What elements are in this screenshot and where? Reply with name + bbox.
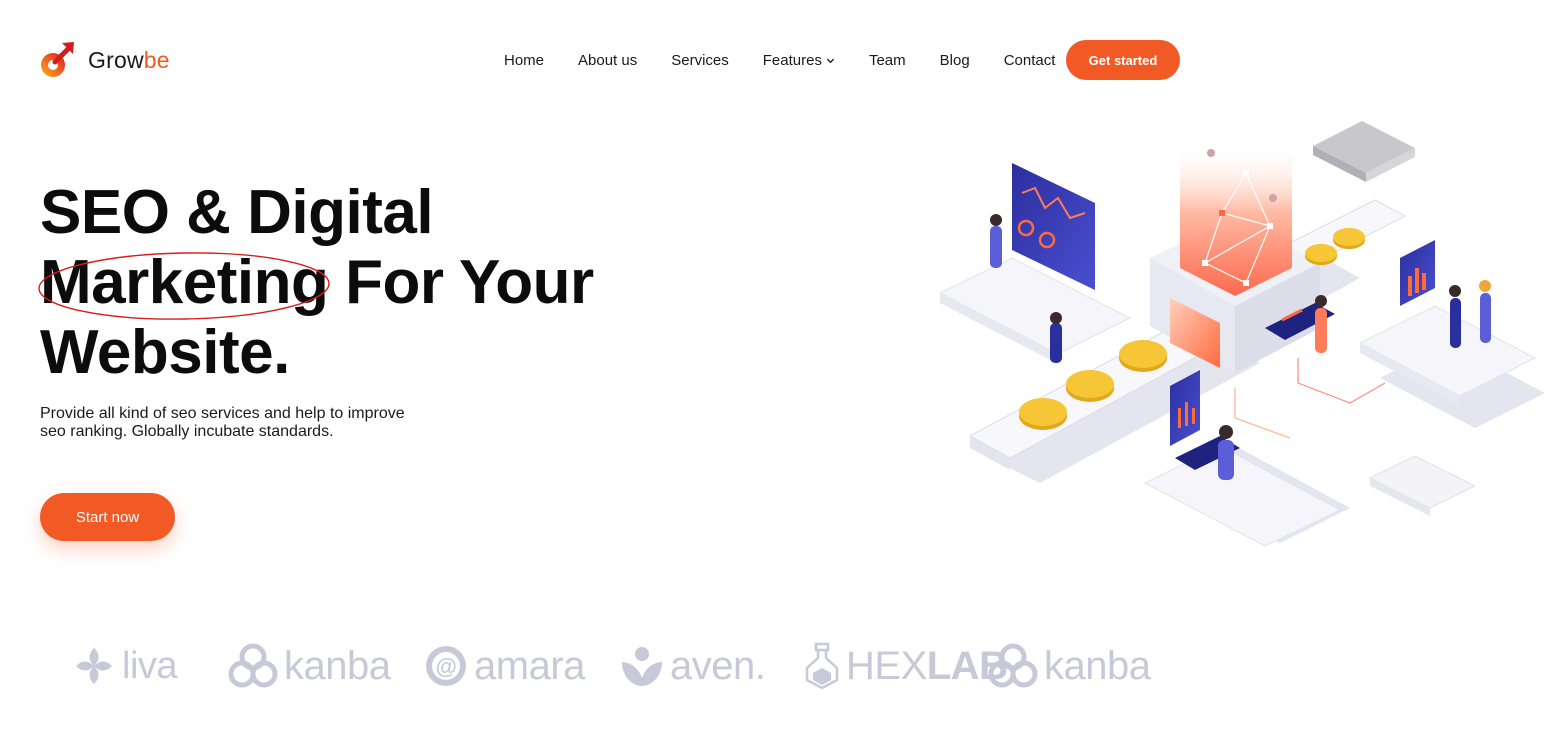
isometric-seo-platform-illustration [938,121,1545,547]
partner-logo-hexlab: HEXLAB [804,636,1008,696]
svg-text:@: @ [436,654,457,679]
site-header: Growbe Home About us Services Features T… [0,0,1553,120]
aven-logo-icon [622,647,662,686]
partner-logo-aven: aven. [620,636,766,696]
partner-logos: liva kanba @ amara aven. HEXLAB kanba [68,636,1168,706]
chevron-down-icon [826,58,835,63]
brand-name: Growbe [88,46,170,73]
partner-logo-kanba: kanba [228,636,391,696]
hero-title-line-3: Website. [40,318,290,387]
highlighted-word: Marketing [38,248,330,320]
get-started-button[interactable]: Get started [1066,40,1180,80]
nav-home[interactable]: Home [487,52,561,69]
nav-blog[interactable]: Blog [923,52,987,69]
hero-title: SEO & Digital Marketing For Your Website… [38,178,680,388]
brand-logo[interactable]: Growbe [38,40,170,80]
main-nav: Home About us Services Features Team Blo… [487,40,1072,80]
hero-description: Provide all kind of seo services and hel… [40,405,405,440]
nav-about-us[interactable]: About us [561,52,654,69]
hero-title-line-1: SEO & Digital [40,178,434,247]
nav-contact[interactable]: Contact [987,52,1073,69]
hero-title-line-2: Marketing For Your [38,248,680,320]
amara-logo-icon: @ [426,646,466,686]
growth-arrow-icon [41,42,74,77]
nav-team[interactable]: Team [852,52,923,69]
liva-logo-icon [76,648,112,684]
nav-services[interactable]: Services [654,52,746,69]
nav-features[interactable]: Features [746,52,852,69]
partner-logo-kanba-2: kanba [988,636,1151,696]
partner-logo-amara: @ amara [424,636,585,696]
kanba-logo-icon [988,643,1038,688]
hexlab-logo-icon [805,642,839,690]
landing-page: Growbe Home About us Services Features T… [0,0,1553,746]
kanba-logo-icon [228,643,278,688]
start-now-button[interactable]: Start now [40,493,175,541]
partner-logo-liva: liva [72,636,178,696]
